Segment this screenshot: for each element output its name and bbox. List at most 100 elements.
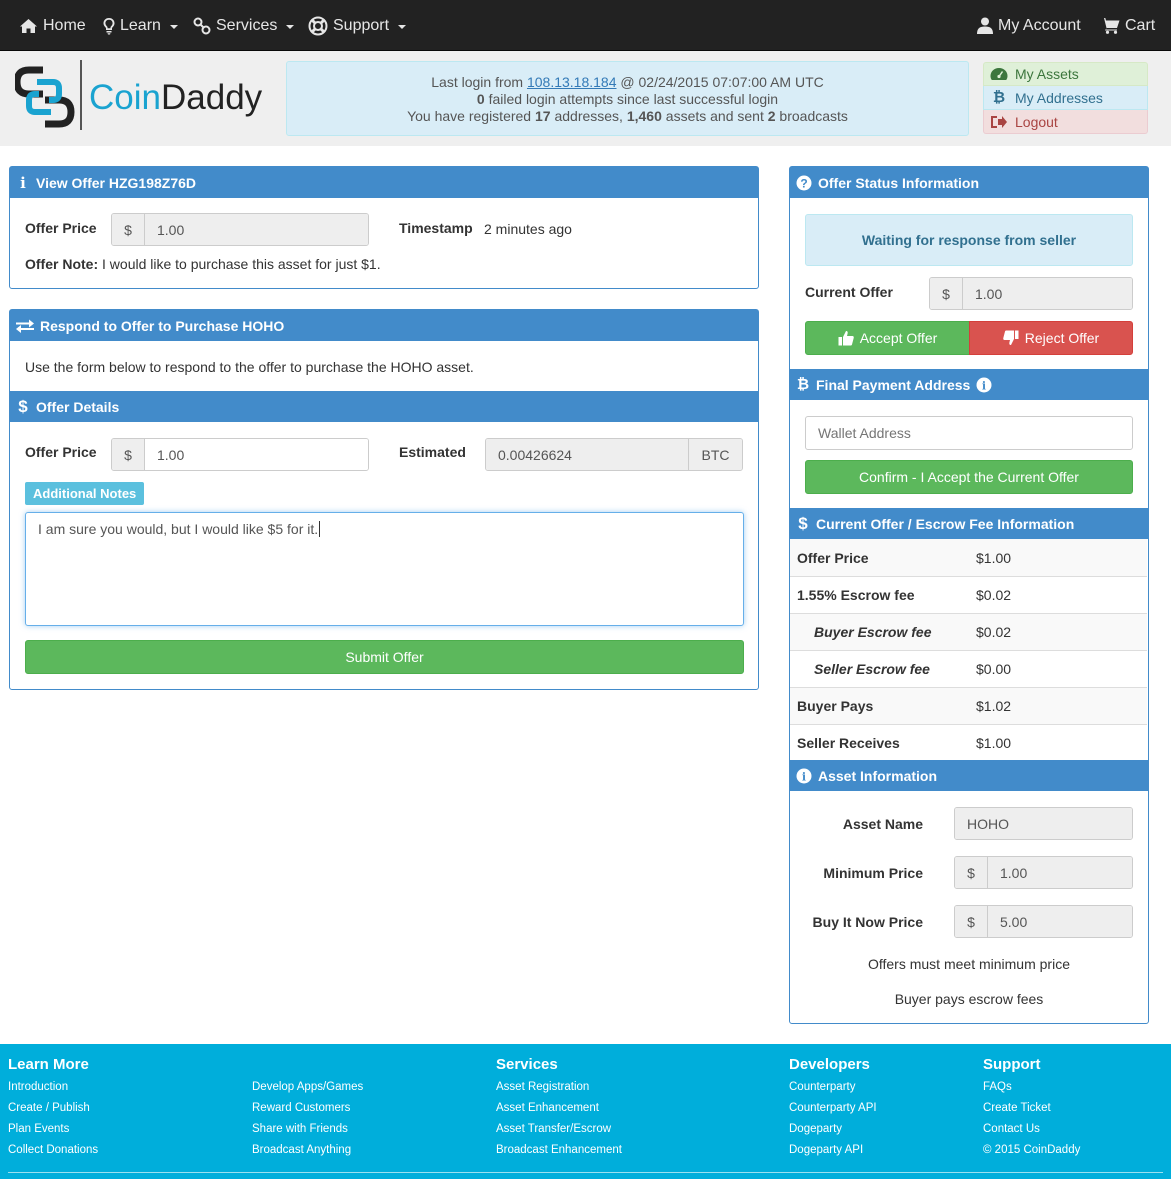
svg-text:i: i <box>982 379 986 392</box>
question-circle-icon: ? <box>796 175 812 190</box>
accept-offer-button[interactable]: Accept Offer <box>805 321 970 355</box>
life-ring-icon <box>308 16 328 35</box>
footer-link[interactable]: Dogeparty API <box>789 1144 863 1156</box>
dollar-icon: $ <box>18 396 28 416</box>
footer-link[interactable]: Asset Transfer/Escrow <box>496 1123 611 1135</box>
footer-link[interactable]: FAQs <box>983 1081 1012 1093</box>
offer-note: Offer Note: I would like to purchase thi… <box>25 256 381 272</box>
minimum-price-label: Minimum Price <box>823 865 923 881</box>
respond-price-input[interactable] <box>145 439 368 470</box>
buy-it-now-label: Buy It Now Price <box>812 914 923 930</box>
timestamp-value: 2 minutes ago <box>484 221 572 237</box>
footer-heading-support: Support <box>983 1056 1041 1073</box>
fee-row: Seller Escrow fee $0.00 <box>790 650 1147 687</box>
buy-it-now-field: $ 5.00 <box>954 905 1133 938</box>
panel-heading: Respond to Offer to Purchase HOHO <box>10 310 758 341</box>
asset-note-min-price: Offers must meet minimum price <box>867 956 1070 972</box>
nav-learn[interactable]: Learn <box>103 0 178 51</box>
submit-offer-button[interactable]: Submit Offer <box>25 640 744 674</box>
chevron-down-icon <box>398 24 407 29</box>
minimum-price-field: $ 1.00 <box>954 856 1133 889</box>
asset-note-escrow: Buyer pays escrow fees <box>894 991 1044 1007</box>
my-assets-link[interactable]: My Assets <box>983 62 1148 86</box>
footer-link[interactable]: Create / Publish <box>8 1102 90 1114</box>
footer-link[interactable]: Asset Enhancement <box>496 1102 599 1114</box>
dashboard-icon <box>990 68 1008 80</box>
additional-notes-label: Additional Notes <box>25 482 145 505</box>
footer-link[interactable]: Share with Friends <box>252 1123 348 1135</box>
offer-status-panel: ? Offer Status Information Waiting for r… <box>789 166 1149 1024</box>
footer-link[interactable]: Counterparty API <box>789 1102 877 1114</box>
sign-out-icon <box>991 115 1007 128</box>
bitcoin-icon: ₿ <box>796 376 810 393</box>
home-icon <box>20 18 37 33</box>
info-circle-icon: i <box>796 768 812 783</box>
last-login-ip-link[interactable]: 108.13.18.184 <box>527 74 617 90</box>
top-navbar: Home Learn Services Support My Account C… <box>0 0 1171 51</box>
panel-heading: ? Offer Status Information <box>790 167 1148 198</box>
additional-notes-textarea[interactable]: I am sure you would, but I would like $5… <box>25 512 744 626</box>
footer-heading-learn-more: Learn More <box>8 1056 89 1073</box>
user-icon <box>977 17 993 34</box>
offer-details-heading: $ Offer Details <box>10 391 758 422</box>
chevron-down-icon <box>169 24 178 29</box>
footer-heading-developers: Developers <box>789 1056 870 1073</box>
cart-icon <box>1101 18 1120 34</box>
view-offer-price-field: $ 1.00 <box>111 213 369 246</box>
footer-link[interactable]: Broadcast Enhancement <box>496 1144 622 1156</box>
offer-price-label: Offer Price <box>25 220 97 236</box>
bitcoin-icon: ₿ <box>992 89 1006 106</box>
respond-offer-panel: Respond to Offer to Purchase HOHO Use th… <box>9 309 759 690</box>
asset-name-label: Asset Name <box>842 816 923 832</box>
footer-link[interactable]: Broadcast Anything <box>252 1144 351 1156</box>
logo-mark-icon <box>15 66 75 128</box>
footer-link[interactable]: Reward Customers <box>252 1102 350 1114</box>
footer-link[interactable]: Plan Events <box>8 1123 69 1135</box>
exchange-icon <box>16 319 34 333</box>
status-message: Waiting for response from seller <box>805 214 1133 266</box>
current-offer-field: $ 1.00 <box>929 277 1133 310</box>
payment-address-heading: ₿ Final Payment Address i <box>790 369 1148 400</box>
respond-intro: Use the form below to respond to the off… <box>25 359 474 375</box>
asset-info-heading: i Asset Information <box>790 760 1148 791</box>
footer-copyright: © 2015 CoinDaddy <box>983 1144 1081 1156</box>
login-info-alert: Last login from 108.13.18.184 @ 02/24/20… <box>286 61 969 136</box>
footer-link[interactable]: Dogeparty <box>789 1123 842 1135</box>
info-icon: i <box>20 173 26 192</box>
footer-link[interactable]: Asset Registration <box>496 1081 589 1093</box>
footer-link[interactable]: Create Ticket <box>983 1102 1051 1114</box>
site-footer: Learn More Introduction Create / Publish… <box>0 1044 1171 1179</box>
estimated-btc-field: 0.00426624 BTC <box>485 438 743 471</box>
footer-link[interactable]: Develop Apps/Games <box>252 1081 363 1093</box>
coindaddy-logo[interactable] <box>15 66 77 128</box>
footer-link[interactable]: Counterparty <box>789 1081 855 1093</box>
chevron-down-icon <box>286 24 295 29</box>
thumbs-down-icon <box>1002 330 1019 345</box>
respond-price-label: Offer Price <box>25 444 97 460</box>
reject-offer-button[interactable]: Reject Offer <box>969 321 1133 355</box>
fee-row: Buyer Escrow fee $0.02 <box>790 613 1147 650</box>
my-addresses-link[interactable]: ₿ My Addresses <box>983 86 1148 110</box>
info-circle-icon[interactable]: i <box>976 377 992 393</box>
svg-text:?: ? <box>800 176 807 190</box>
fee-row: Offer Price $1.00 <box>790 539 1147 576</box>
lightbulb-icon <box>103 17 115 34</box>
view-offer-panel: i View Offer HZG198Z76D Offer Price $ 1.… <box>9 166 759 289</box>
nav-home[interactable]: Home <box>19 0 86 51</box>
wallet-address-input[interactable] <box>805 416 1133 450</box>
panel-heading: i View Offer HZG198Z76D <box>10 167 758 198</box>
confirm-accept-button[interactable]: Confirm - I Accept the Current Offer <box>805 460 1133 494</box>
nav-my-account[interactable]: My Account <box>977 0 1081 51</box>
footer-link[interactable]: Collect Donations <box>8 1144 98 1156</box>
fee-row: Seller Receives $1.00 <box>790 724 1147 761</box>
respond-price-field[interactable]: $ <box>111 438 369 471</box>
nav-cart[interactable]: Cart <box>1101 0 1155 51</box>
nav-services[interactable]: Services <box>193 0 295 51</box>
dollar-icon: $ <box>798 513 808 533</box>
fee-info-heading: $ Current Offer / Escrow Fee Information <box>790 508 1148 539</box>
footer-link[interactable]: Contact Us <box>983 1123 1040 1135</box>
footer-link[interactable]: Introduction <box>8 1081 68 1093</box>
timestamp-label: Timestamp <box>399 220 473 236</box>
nav-support[interactable]: Support <box>308 0 407 51</box>
logout-link[interactable]: Logout <box>983 110 1148 134</box>
